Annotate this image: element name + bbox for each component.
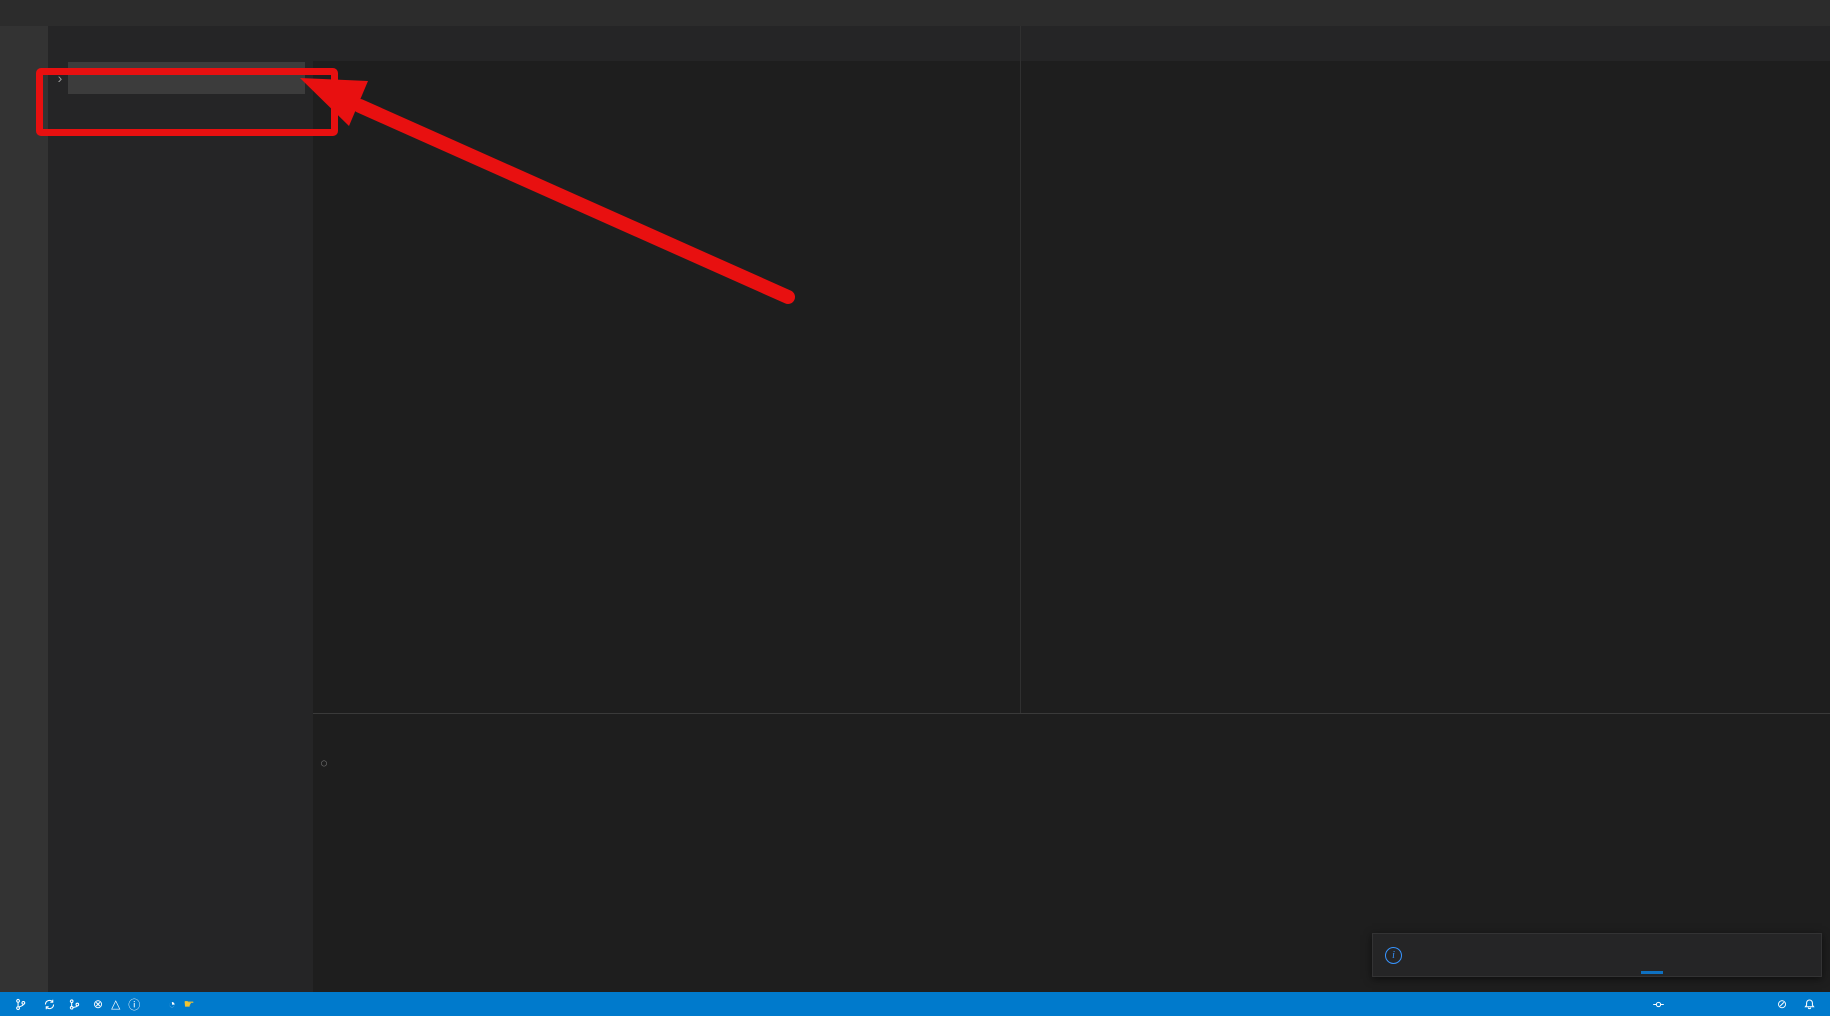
activity-bar bbox=[0, 26, 48, 992]
editor-group-left bbox=[313, 26, 1020, 713]
tabnine-item[interactable]: ◔☛ bbox=[162, 997, 200, 1011]
toggle-replace-icon[interactable]: › bbox=[52, 70, 68, 86]
warning-icon: △ bbox=[111, 997, 120, 1011]
search-input[interactable] bbox=[68, 62, 305, 94]
overview-ruler-right[interactable] bbox=[1820, 83, 1830, 713]
sync-button[interactable] bbox=[37, 998, 62, 1011]
tab-bar-right bbox=[1021, 26, 1830, 61]
code-editor-right[interactable] bbox=[1021, 83, 1830, 713]
blame-item[interactable] bbox=[1646, 998, 1675, 1011]
sidebar-header bbox=[48, 26, 313, 58]
status-bar: ⊗ △ ⓘ ◔☛ ⊘ bbox=[0, 992, 1830, 1016]
tab-bar-left bbox=[313, 26, 1020, 61]
error-icon: ⊗ bbox=[93, 997, 103, 1011]
hand-emoji-icon: ☛ bbox=[184, 997, 195, 1011]
editor-group-right bbox=[1020, 26, 1830, 713]
minimap-right[interactable] bbox=[1748, 83, 1820, 713]
terminal-content[interactable]: ○ bbox=[313, 748, 1830, 769]
gitlens-compare-button[interactable] bbox=[62, 998, 87, 1011]
breadcrumb-left bbox=[313, 61, 1020, 83]
search-sidebar: › bbox=[48, 26, 313, 992]
prettier-icon: ⊘ bbox=[1777, 997, 1787, 1011]
prettier-item[interactable]: ⊘ bbox=[1771, 997, 1797, 1011]
command-decoration-icon: ○ bbox=[321, 758, 327, 769]
breadcrumb-right bbox=[1021, 61, 1830, 83]
git-branch-item[interactable] bbox=[8, 998, 37, 1011]
minimap-left[interactable] bbox=[943, 83, 1007, 713]
panel-tab-bar bbox=[313, 714, 1830, 748]
results-summary bbox=[48, 94, 313, 108]
notification-toast[interactable]: i bbox=[1372, 933, 1822, 977]
menu-bar bbox=[0, 0, 1830, 26]
vscode-window: › ○ bbox=[0, 0, 1830, 1016]
notifications-bell-button[interactable] bbox=[1797, 998, 1822, 1011]
tabnine-icon: ◔ bbox=[168, 997, 175, 1011]
notification-info-icon: i bbox=[1385, 947, 1402, 964]
info-icon: ⓘ bbox=[128, 996, 140, 1013]
code-editor-left[interactable] bbox=[313, 83, 1020, 713]
problems-indicator[interactable]: ⊗ △ ⓘ bbox=[87, 996, 150, 1013]
notification-progress-bar bbox=[1641, 971, 1663, 974]
overview-ruler-left[interactable] bbox=[1007, 83, 1020, 713]
